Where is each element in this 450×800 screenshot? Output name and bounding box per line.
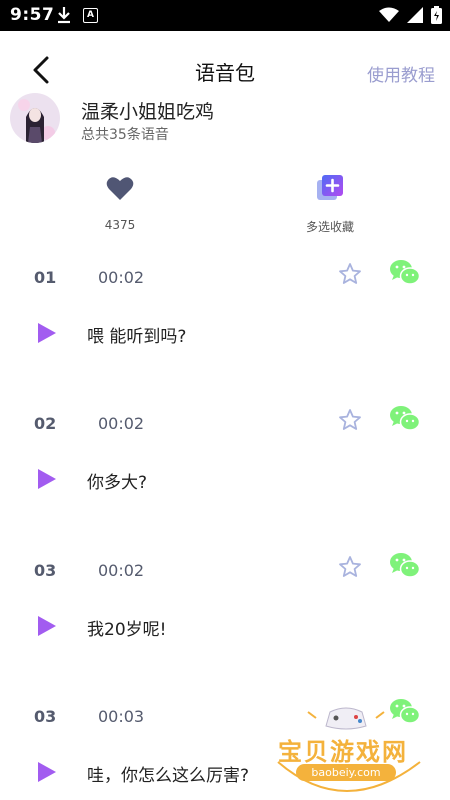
avatar [10, 93, 60, 143]
voice-number: 03 [34, 707, 57, 726]
watermark: 宝贝游戏网 baobeiy.com [270, 700, 430, 800]
voice-text: 我20岁呢! [87, 620, 167, 640]
voice-number: 01 [34, 268, 57, 287]
wechat-share-icon[interactable] [389, 551, 421, 583]
voice-duration: 00:02 [98, 268, 145, 287]
voice-item: 01 00:02 喂 能听到吗? [0, 260, 450, 408]
wechat-share-icon[interactable] [389, 258, 421, 290]
voice-pack-name: 温柔小姐姐吃鸡 [81, 101, 215, 123]
voice-number: 03 [34, 561, 57, 580]
multi-select-favorite-label: 多选收藏 [305, 220, 354, 234]
voice-text: 哇，你怎么这么厉害? [87, 766, 250, 786]
download-icon [57, 6, 71, 28]
multi-select-favorite-button[interactable]: 多选收藏 [270, 168, 390, 235]
heart-icon [106, 177, 134, 200]
voice-pack-profile: 温柔小姐姐吃鸡 总共35条语音 [0, 93, 450, 149]
multi-favorite-icon [317, 175, 343, 200]
wifi-icon [379, 7, 399, 27]
status-bar: 9:57 A [0, 0, 450, 31]
play-icon[interactable] [37, 761, 57, 787]
star-icon[interactable] [338, 408, 362, 436]
voice-count: 总共35条语音 [81, 127, 169, 143]
wechat-share-icon[interactable] [389, 404, 421, 436]
play-icon[interactable] [37, 615, 57, 641]
voice-duration: 00:03 [98, 707, 145, 726]
status-time: 9:57 [10, 5, 55, 25]
voice-duration: 00:02 [98, 414, 145, 433]
watermark-url: baobeiy.com [296, 764, 396, 781]
a-notification-icon: A [83, 8, 98, 23]
voice-duration: 00:02 [98, 561, 145, 580]
voice-number: 02 [34, 414, 57, 433]
star-icon[interactable] [338, 262, 362, 290]
like-count: 4375 [104, 218, 136, 232]
action-bar: 4375 多选收藏 [0, 168, 450, 248]
like-button[interactable]: 4375 [60, 168, 180, 232]
voice-text: 你多大? [87, 473, 148, 493]
signal-icon [407, 7, 423, 27]
star-icon[interactable] [338, 555, 362, 583]
watermark-text: 宝贝游戏网 [278, 738, 408, 766]
play-icon[interactable] [37, 468, 57, 494]
tutorial-link[interactable]: 使用教程 [367, 61, 435, 86]
battery-icon [431, 6, 442, 28]
voice-item: 03 00:02 我20岁呢! [0, 553, 450, 701]
voice-item: 02 00:02 你多大? [0, 406, 450, 554]
play-icon[interactable] [37, 322, 57, 348]
voice-text: 喂 能听到吗? [87, 327, 187, 347]
